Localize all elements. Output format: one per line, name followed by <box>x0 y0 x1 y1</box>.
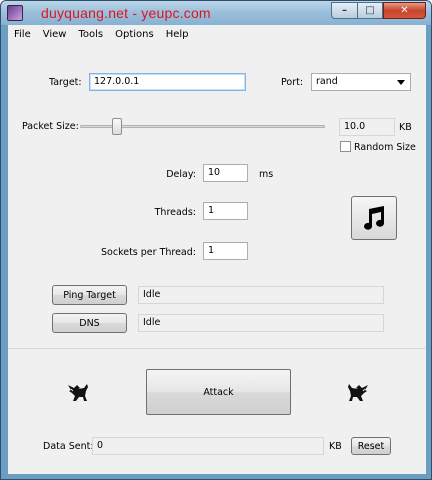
ping-target-button[interactable]: Ping Target <box>52 285 127 305</box>
ping-status: Idle <box>138 286 384 304</box>
minimize-button[interactable]: – <box>331 2 357 19</box>
data-sent-label: Data Sent: <box>43 441 94 452</box>
random-size-checkbox[interactable] <box>340 141 351 152</box>
menu-bar: File View Tools Options Help <box>8 25 426 44</box>
window-title: duyquang.net - yeupc.com <box>41 5 211 21</box>
port-select[interactable]: rand <box>311 73 411 91</box>
close-button[interactable]: ✕ <box>383 2 426 19</box>
port-label: Port: <box>281 77 304 88</box>
dns-status: Idle <box>138 314 384 332</box>
maximize-button[interactable]: □ <box>357 2 383 19</box>
threads-label: Threads: <box>154 207 196 218</box>
pegasus-icon <box>348 384 368 401</box>
title-bar[interactable]: duyquang.net - yeupc.com – □ ✕ <box>1 1 431 25</box>
dns-button[interactable]: DNS <box>52 313 127 333</box>
reset-button[interactable]: Reset <box>351 437 391 455</box>
sockets-label: Sockets per Thread: <box>101 247 196 258</box>
menu-file[interactable]: File <box>8 29 37 40</box>
menu-options[interactable]: Options <box>109 29 160 40</box>
delay-label: Delay: <box>166 169 196 180</box>
attack-button[interactable]: Attack <box>146 369 291 415</box>
pegasus-icon <box>68 384 88 401</box>
packet-size-value: 10.0 <box>339 118 395 136</box>
window-controls: – □ ✕ <box>331 2 426 20</box>
delay-input[interactable]: 10 <box>203 164 248 182</box>
app-window: duyquang.net - yeupc.com – □ ✕ File View… <box>0 0 432 480</box>
delay-unit: ms <box>259 169 274 180</box>
data-sent-value: 0 <box>92 437 324 455</box>
target-label: Target: <box>49 77 82 88</box>
music-note-icon <box>364 206 385 230</box>
threads-input[interactable]: 1 <box>203 202 248 220</box>
menu-view[interactable]: View <box>37 29 73 40</box>
settings-panel: Target: 127.0.0.1 Port: rand Packet Size… <box>8 44 426 349</box>
client-area: Target: 127.0.0.1 Port: rand Packet Size… <box>8 44 426 474</box>
packet-size-unit: KB <box>399 122 412 133</box>
packet-size-label: Packet Size: <box>22 121 79 132</box>
data-sent-unit: KB <box>329 441 342 452</box>
menu-help[interactable]: Help <box>160 29 195 40</box>
app-icon <box>7 5 23 21</box>
target-input[interactable]: 127.0.0.1 <box>89 73 246 91</box>
menu-tools[interactable]: Tools <box>72 29 109 40</box>
random-size-label[interactable]: Random Size <box>354 142 416 153</box>
music-button[interactable] <box>351 196 397 240</box>
sockets-input[interactable]: 1 <box>203 242 248 260</box>
packet-size-slider-thumb[interactable] <box>112 118 123 135</box>
chevron-down-icon <box>397 80 405 85</box>
port-select-value: rand <box>316 76 338 87</box>
